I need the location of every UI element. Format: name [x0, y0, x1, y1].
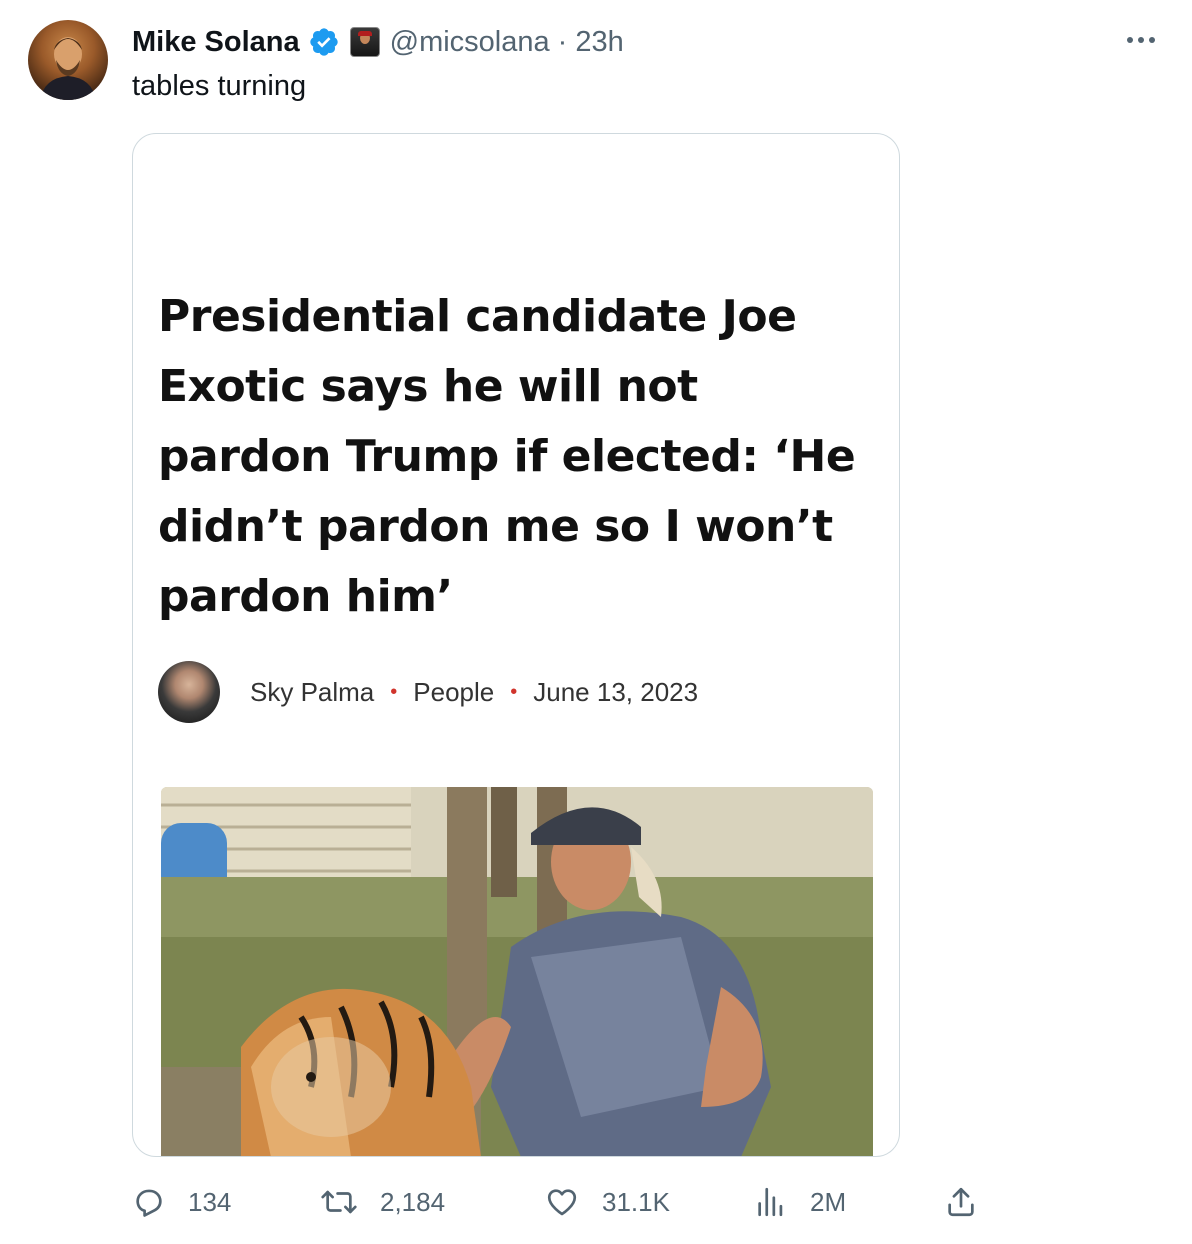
views-button[interactable]: 2M: [754, 1180, 846, 1224]
handle-and-time[interactable]: @micsolana · 23h: [390, 26, 624, 59]
article-section: People: [413, 676, 495, 707]
display-name[interactable]: Mike Solana: [132, 26, 300, 59]
article-photo: [161, 787, 873, 1156]
byline-separator: •: [390, 680, 398, 703]
reply-icon: [136, 1189, 162, 1217]
byline-separator: •: [510, 680, 518, 703]
retweet-count: 2,184: [380, 1186, 446, 1217]
article-date: June 13, 2023: [533, 676, 699, 707]
like-button[interactable]: 31.1K: [544, 1180, 670, 1224]
share-button[interactable]: [944, 1180, 978, 1224]
affiliate-badge-icon[interactable]: [349, 27, 380, 57]
reply-button[interactable]: 134: [132, 1180, 231, 1224]
share-icon: [948, 1187, 974, 1217]
reply-count: 134: [188, 1186, 232, 1217]
tweet-text: tables turning: [132, 70, 307, 102]
tweet-header: Mike Solana @micsolana · 23h: [132, 22, 624, 62]
verified-badge-icon[interactable]: [308, 26, 340, 58]
user-avatar[interactable]: [28, 20, 108, 100]
article-headline: Presidential candidate Joe Exotic says h…: [158, 291, 856, 622]
article-byline: Sky Palma • People • June 13, 2023: [158, 661, 698, 723]
like-count: 31.1K: [602, 1186, 670, 1217]
retweet-icon: [321, 1190, 357, 1214]
retweet-button[interactable]: 2,184: [320, 1180, 445, 1224]
image-card[interactable]: Presidential candidate Joe Exotic says h…: [132, 133, 900, 1157]
author-name: Sky Palma: [250, 676, 375, 707]
author-avatar: [158, 661, 220, 723]
more-horizontal-icon[interactable]: [1124, 30, 1158, 50]
article-photo-illustration: [161, 787, 873, 1156]
heart-icon: [547, 1189, 577, 1216]
view-count: 2M: [810, 1186, 847, 1217]
views-chart-icon: [758, 1187, 783, 1217]
avatar-portrait-image: [40, 37, 96, 100]
tweet-actions: 134 2,184 31.1K 2M: [132, 1180, 982, 1224]
